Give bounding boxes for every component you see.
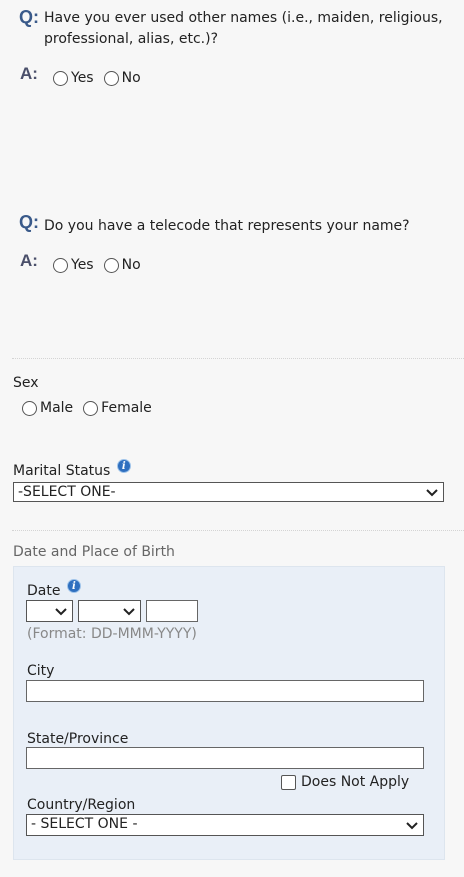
info-icon[interactable]: i [66,579,81,593]
other-names-yes-radio[interactable] [53,70,68,86]
section-divider [12,358,464,359]
telecode-yes-radio[interactable] [53,257,68,273]
chevron-down-icon [406,822,418,830]
other-names-no-radio[interactable] [103,70,119,86]
birth-date-label-row: Date i [27,579,81,599]
birth-month-select[interactable] [78,600,141,622]
telecode-yes-option[interactable]: Yes [53,257,94,273]
city-input[interactable] [26,680,424,702]
telecode-no-label: No [121,257,141,273]
does-not-apply-checkbox[interactable] [281,774,296,790]
chevron-down-icon [426,489,438,497]
other-names-no-option[interactable]: No [103,70,141,86]
telecode-no-option[interactable]: No [103,257,141,273]
section-divider [12,530,464,531]
state-province-label: State/Province [27,731,129,747]
question-text-telecode: Do you have a telecode that represents y… [44,218,410,234]
does-not-apply-label: Does Not Apply [301,774,410,790]
sex-male-option[interactable]: Male [22,400,73,416]
sex-female-radio[interactable] [83,400,99,416]
country-region-selected-value: - SELECT ONE - [31,816,138,832]
date-format-hint: (Format: DD-MMM-YYYY) [27,626,197,642]
sex-label: Sex [13,375,39,391]
does-not-apply-option[interactable]: Does Not Apply [281,774,409,790]
marital-status-selected-value: -SELECT ONE- [18,484,116,500]
other-names-yes-option[interactable]: Yes [53,70,94,86]
answer-marker: A: [20,251,38,270]
chevron-down-icon [55,608,67,616]
sex-female-option[interactable]: Female [83,400,152,416]
question-line-2: professional, alias, etc.)? [44,31,219,47]
other-names-radio-group: Yes No [53,70,151,86]
marital-status-select[interactable]: -SELECT ONE- [13,482,444,502]
telecode-no-radio[interactable] [103,257,119,273]
answer-marker: A: [20,64,38,83]
info-icon[interactable]: i [116,459,131,473]
birth-day-select[interactable] [26,600,73,622]
state-province-input[interactable] [26,747,424,769]
birth-year-input[interactable] [146,600,198,622]
marital-status-label: Marital Status [13,463,111,479]
birth-date-label: Date [27,583,61,599]
sex-male-radio[interactable] [22,400,37,416]
marital-status-label-row: Marital Status i [13,459,131,479]
other-names-yes-label: Yes [71,70,94,86]
telecode-radio-group: Yes No [53,257,151,273]
sex-male-label: Male [40,400,74,416]
other-names-no-label: No [121,70,141,86]
question-line-1: Have you ever used other names (i.e., ma… [44,10,443,26]
country-region-select[interactable]: - SELECT ONE - [26,814,424,836]
sex-female-label: Female [101,400,152,416]
country-region-label: Country/Region [27,797,136,813]
telecode-yes-label: Yes [71,257,94,273]
question-marker: Q: [19,7,39,27]
sex-radio-group: Male Female [22,400,162,416]
question-marker: Q: [19,212,39,232]
chevron-down-icon [123,608,135,616]
birth-section-title: Date and Place of Birth [13,544,175,560]
city-label: City [27,663,55,679]
question-text-other-names: Have you ever used other names (i.e., ma… [44,8,443,50]
